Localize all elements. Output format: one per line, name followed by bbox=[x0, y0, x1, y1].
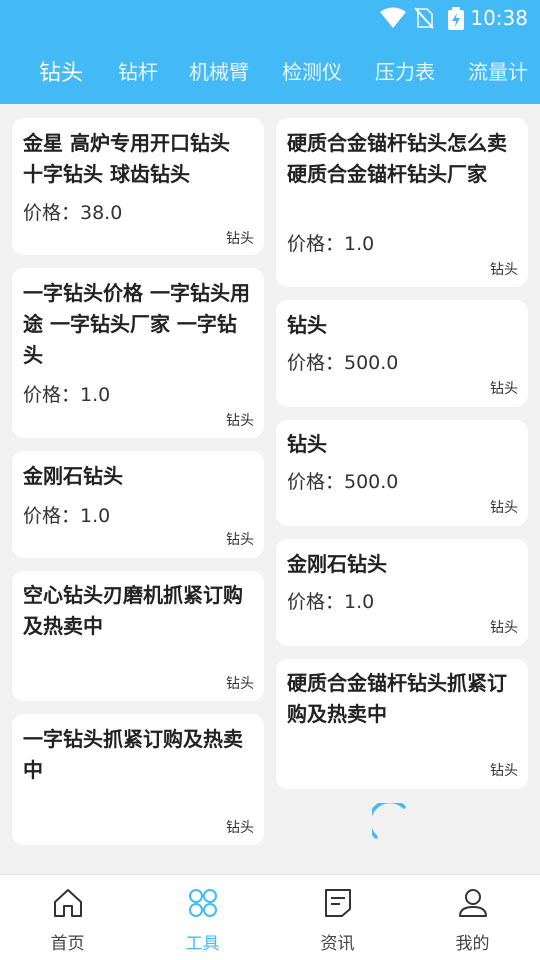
product-title: 金刚石钻头 bbox=[23, 464, 123, 488]
product-title: 空心钻头刃磨机抓紧订购及热卖中 bbox=[23, 583, 243, 638]
product-card[interactable]: 硬质合金锚杆钻头抓紧订购及热卖中 钻头 bbox=[276, 659, 528, 789]
product-title: 钻头 bbox=[287, 313, 327, 337]
battery-charging-icon bbox=[448, 7, 464, 30]
product-price: 价格：1.0 bbox=[23, 384, 111, 406]
product-category: 钻头 bbox=[490, 500, 518, 516]
product-price: 价格：1.0 bbox=[287, 591, 375, 613]
product-title: 一字钻头抓紧订购及热卖中 bbox=[23, 727, 243, 782]
product-category: 钻头 bbox=[490, 262, 518, 278]
product-title: 硬质合金锚杆钻头抓紧订购及热卖中 bbox=[287, 671, 507, 726]
product-price: 价格：1.0 bbox=[287, 233, 375, 255]
product-category: 钻头 bbox=[226, 820, 254, 836]
product-category: 钻头 bbox=[490, 381, 518, 397]
product-category: 钻头 bbox=[490, 763, 518, 779]
product-category: 钻头 bbox=[490, 620, 518, 636]
tools-grid-icon bbox=[188, 889, 217, 917]
product-title: 一字钻头价格 一字钻头用途 一字钻头厂家 一字钻头 bbox=[23, 281, 250, 367]
product-price: 价格：500.0 bbox=[287, 352, 399, 374]
product-price: 价格：1.0 bbox=[23, 505, 111, 527]
product-card[interactable]: 钻头 价格：500.0 钻头 bbox=[276, 300, 528, 407]
status-time: 10:38 bbox=[470, 6, 528, 30]
product-title: 硬质合金锚杆钻头怎么卖 硬质合金锚杆钻头厂家 bbox=[287, 131, 507, 186]
news-icon bbox=[324, 889, 351, 917]
tab-flowmeter[interactable]: 流量计 bbox=[468, 56, 528, 85]
product-category: 钻头 bbox=[226, 676, 254, 692]
product-price: 价格：500.0 bbox=[287, 471, 399, 493]
category-tabs: 钻头 钻杆 机械臂 检测仪 压力表 流量计 bbox=[0, 46, 540, 98]
product-card[interactable]: 一字钻头抓紧订购及热卖中 钻头 bbox=[12, 714, 264, 845]
tab-drill-bit[interactable]: 钻头 bbox=[39, 55, 83, 87]
product-price: 价格：38.0 bbox=[23, 202, 123, 224]
nav-tools-label: 工具 bbox=[185, 934, 220, 954]
tab-pressure-gauge[interactable]: 压力表 bbox=[375, 56, 435, 85]
product-card[interactable]: 金刚石钻头 价格：1.0 钻头 bbox=[276, 539, 528, 646]
nav-home-label: 首页 bbox=[50, 934, 85, 954]
product-title: 金刚石钻头 bbox=[287, 552, 387, 576]
nav-profile-label: 我的 bbox=[455, 934, 490, 954]
product-title: 钻头 bbox=[287, 432, 327, 456]
product-card[interactable]: 空心钻头刃磨机抓紧订购及热卖中 钻头 bbox=[12, 571, 264, 701]
nav-news-label: 资讯 bbox=[320, 934, 355, 954]
nav-tools[interactable]: 工具 bbox=[135, 875, 270, 960]
tab-robot-arm[interactable]: 机械臂 bbox=[189, 56, 249, 85]
product-card[interactable]: 硬质合金锚杆钻头怎么卖 硬质合金锚杆钻头厂家 价格：1.0 钻头 bbox=[276, 118, 528, 287]
no-sim-icon bbox=[414, 7, 434, 29]
wifi-icon bbox=[380, 7, 406, 28]
profile-icon bbox=[458, 889, 487, 917]
nav-news[interactable]: 资讯 bbox=[270, 875, 405, 960]
product-card[interactable]: 金星 高炉专用开口钻头 十字钻头 球齿钻头 价格：38.0 钻头 bbox=[12, 118, 264, 255]
product-category: 钻头 bbox=[226, 413, 254, 429]
bottom-nav: 首页 工具 资讯 我的 bbox=[0, 874, 540, 960]
tab-detector[interactable]: 检测仪 bbox=[282, 56, 342, 85]
nav-home[interactable]: 首页 bbox=[0, 875, 135, 960]
header-bar: 10:38 钻头 钻杆 机械臂 检测仪 压力表 流量计 bbox=[0, 0, 540, 104]
tab-drill-rod[interactable]: 钻杆 bbox=[118, 56, 158, 85]
product-card[interactable]: 一字钻头价格 一字钻头用途 一字钻头厂家 一字钻头 价格：1.0 钻头 bbox=[12, 268, 264, 438]
product-card[interactable]: 钻头 价格：500.0 钻头 bbox=[276, 420, 528, 526]
nav-profile[interactable]: 我的 bbox=[405, 875, 540, 960]
product-title: 金星 高炉专用开口钻头 十字钻头 球齿钻头 bbox=[23, 131, 230, 186]
product-category: 钻头 bbox=[226, 532, 254, 548]
home-icon bbox=[53, 889, 82, 917]
product-category: 钻头 bbox=[226, 231, 254, 247]
status-bar: 10:38 bbox=[0, 0, 540, 36]
loading-spinner-icon bbox=[372, 803, 406, 839]
product-card[interactable]: 金刚石钻头 价格：1.0 钻头 bbox=[12, 451, 264, 558]
